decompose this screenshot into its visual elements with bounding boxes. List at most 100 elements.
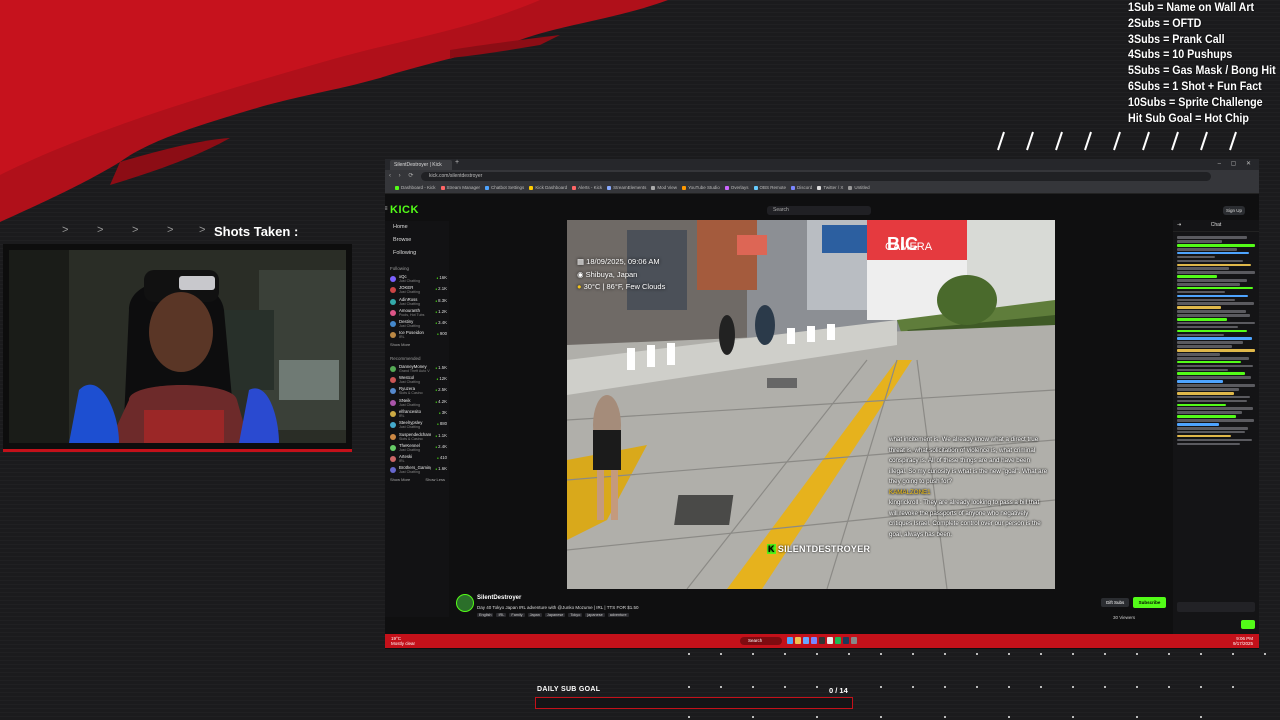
sidebar-channel[interactable]: JOKERJust Chatting2.1K: [385, 285, 449, 296]
chat-message-line: [1177, 368, 1228, 372]
obs-icon[interactable]: [819, 637, 825, 644]
sidebar-channel[interactable]: xQcJust Chatting16K: [385, 274, 449, 285]
spotify-icon[interactable]: [835, 637, 841, 644]
steam-icon[interactable]: [843, 637, 849, 644]
subscribe-button[interactable]: Subscribe: [1133, 597, 1166, 608]
taskbar-search[interactable]: Search: [740, 637, 782, 645]
channel-viewers: 880: [437, 421, 447, 426]
chat-message-line: [1177, 279, 1247, 282]
kick-logo[interactable]: KICK: [390, 204, 419, 216]
channel-avatar: [390, 456, 396, 463]
bookmark-label: Stream Manager: [446, 185, 481, 190]
chat-message-line: [1177, 282, 1240, 286]
chat-message-line: [1177, 236, 1247, 239]
address-bar: ‹ › ⟳ kick.com/silentdestroyer: [385, 170, 1259, 183]
nav-following[interactable]: Following: [385, 247, 449, 260]
sidebar-channel[interactable]: DanneyMoneyGrand Theft Auto V1.5K: [385, 364, 449, 375]
bookmark-label: Twitter / X: [823, 185, 844, 190]
nav-home[interactable]: Home: [385, 221, 449, 234]
chevron-right-icon: >: [132, 224, 139, 236]
stream-tag[interactable]: japanese: [585, 613, 605, 617]
bookmark-item[interactable]: Discord: [791, 183, 812, 193]
bookmark-item[interactable]: YouTube Studio: [682, 183, 720, 193]
streamer-avatar[interactable]: [456, 594, 474, 612]
bookmark-item[interactable]: Twitter / X: [817, 183, 843, 193]
gift-subs-button[interactable]: Gift Subs: [1101, 598, 1129, 607]
stream-tag[interactable]: Tokyo: [568, 613, 583, 617]
stream-tag[interactable]: IRL: [496, 613, 507, 617]
chrome-icon[interactable]: [827, 637, 833, 644]
bookmark-item[interactable]: StreamElements: [607, 183, 646, 193]
caption-username: KAMALZONE1: [889, 488, 931, 496]
collapse-chat-icon[interactable]: ⇥: [1177, 220, 1181, 231]
nav-arrows-icon[interactable]: ‹ › ⟳: [389, 172, 416, 179]
streamer-name[interactable]: SilentDestroyer: [477, 595, 521, 601]
show-less-label[interactable]: Show Less: [425, 477, 445, 482]
discord-icon[interactable]: [811, 637, 817, 644]
chat-send-button[interactable]: [1241, 620, 1255, 629]
chat-message-line: [1177, 403, 1226, 407]
file-explorer-icon[interactable]: [795, 637, 801, 644]
webcam-image: [9, 250, 346, 443]
chevron-right-icon: >: [97, 224, 104, 236]
sidebar-channel[interactable]: WestcolJust Chatting12K: [385, 375, 449, 386]
chat-input[interactable]: [1177, 602, 1255, 612]
sign-up-button[interactable]: Sign Up: [1223, 206, 1245, 215]
bookmark-label: Untitled: [854, 185, 870, 190]
bookmark-favicon-icon: [572, 186, 577, 190]
bookmark-item[interactable]: Untitled: [848, 183, 870, 193]
bookmark-label: Chatbot Settings: [491, 185, 525, 190]
sidebar-channel[interactable]: Brothers_GamingJust Chatting1.6K: [385, 465, 449, 476]
bookmark-item[interactable]: Alerts - Kick: [572, 183, 602, 193]
bookmark-label: Kick Dashboard: [535, 185, 568, 190]
video-player[interactable]: BIC CAMERA ▦ 18/09/2025, 09:06 AM ◉ Shib…: [567, 220, 1055, 589]
bookmark-item[interactable]: Kick Dashboard: [529, 183, 567, 193]
channel-category: Just Chatting: [399, 301, 420, 306]
channel-avatar: [390, 276, 396, 282]
show-more-row[interactable]: Show More Show Less: [385, 477, 449, 485]
stream-tag[interactable]: Japanese: [544, 613, 566, 617]
bookmark-item[interactable]: Overlays: [724, 183, 749, 193]
sidebar-channel[interactable]: elfrancesitoIRL3K: [385, 409, 449, 420]
sidebar-channel[interactable]: SteelrypsleyJust Chatting880: [385, 420, 449, 431]
weather-icon: ●: [577, 282, 584, 291]
browser-icon[interactable]: [803, 637, 809, 644]
taskbar-clock[interactable]: 9:06 PM 9/17/2025: [1233, 636, 1253, 646]
sidebar-channel[interactable]: Ice PoseidonIRL900: [385, 330, 449, 341]
browser-tab[interactable]: SilentDestroyer | Kick: [390, 160, 452, 170]
url-field[interactable]: kick.com/silentdestroyer: [421, 172, 1211, 181]
chat-message-line: [1177, 337, 1252, 341]
settings-icon[interactable]: [851, 637, 857, 644]
stream-tag[interactable]: Japan: [527, 613, 542, 617]
sidebar-channel[interactable]: AdinRossJust Chatting8.3K: [385, 297, 449, 308]
sidebar-channel[interactable]: TheKennelJust Chatting2.4K: [385, 443, 449, 454]
bookmark-item[interactable]: Dashboard - Kick: [395, 183, 436, 193]
sidebar-channel[interactable]: ArteskiIRL410: [385, 454, 449, 465]
stream-tag[interactable]: adventure: [607, 613, 629, 617]
bookmark-item[interactable]: Chatbot Settings: [485, 183, 524, 193]
show-more-button[interactable]: Show More: [385, 342, 449, 350]
new-tab-icon[interactable]: +: [455, 159, 459, 166]
windows-start-icon[interactable]: [787, 637, 793, 644]
sidebar-channel[interactable]: SNeikJust Chatting4.2K: [385, 398, 449, 409]
sub-menu-item: 4Subs = 10 Pushups: [1128, 49, 1233, 62]
chat-message-line: [1177, 442, 1240, 446]
sidebar-channel[interactable]: AmouranthPools, Hot Tubs1.2K: [385, 308, 449, 319]
sidebar-channel[interactable]: DestinyJust Chatting3.4K: [385, 319, 449, 330]
taskbar-weather[interactable]: 19°C Mostly clear: [391, 636, 415, 646]
search-input[interactable]: Search: [767, 206, 871, 215]
bookmark-item[interactable]: Stream Manager: [440, 183, 481, 193]
chat-message-line: [1177, 395, 1250, 399]
menu-icon[interactable]: ≡: [385, 206, 388, 212]
stream-tag[interactable]: Family: [509, 613, 525, 617]
sidebar-channel[interactable]: SuspendedchannelSlots & Casino 1.1K: [385, 432, 449, 443]
stream-tag[interactable]: English: [477, 613, 494, 617]
chat-message-line: [1177, 384, 1255, 387]
chat-message-line: [1177, 251, 1249, 255]
window-controls-icon[interactable]: – ▢ ✕: [1218, 160, 1255, 167]
sidebar-channel[interactable]: RyuzeraSlots & Casino2.5K: [385, 386, 449, 397]
bookmark-item[interactable]: OBS Remote: [753, 183, 786, 193]
bookmark-item[interactable]: Mod View: [651, 183, 677, 193]
nav-browse[interactable]: Browse: [385, 234, 449, 247]
chevron-right-icon: >: [62, 224, 69, 236]
